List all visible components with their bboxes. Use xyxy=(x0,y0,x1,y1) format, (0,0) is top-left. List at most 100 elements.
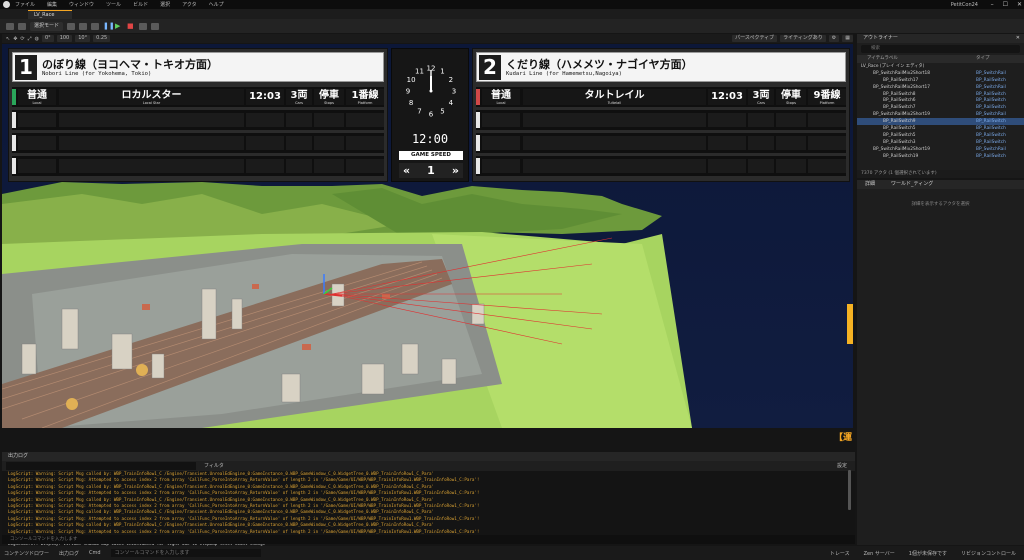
trace-button[interactable]: トレース xyxy=(830,550,850,557)
mode-select-button[interactable]: 選択モード xyxy=(30,21,64,31)
outliner-row[interactable]: BP_SwitchRailMix2Short18 BP_SwitchRail xyxy=(857,70,1024,77)
outliner-row[interactable]: BP_SwitchRailMix2Short19 BP_SwitchRail xyxy=(857,146,1024,153)
outliner-row-type: BP_RailSwitch xyxy=(976,139,1006,145)
details-panel: 詳細 ワールド_ティング 詳細を表示するアクタを選択 xyxy=(857,180,1024,545)
outliner-row[interactable]: BP_SwitchRailMix2Short17 BP_SwitchRail xyxy=(857,84,1024,91)
scale-tool-icon[interactable]: ⤢ xyxy=(28,36,32,42)
level-viewport[interactable]: 1 のぼり線（ヨコヘマ・トキオ方面） Nobori Line (for Yoko… xyxy=(2,44,853,428)
menu-select[interactable]: 選択 xyxy=(160,1,170,8)
outliner-row[interactable]: BP_RailSwitch9 BP_RailSwitch xyxy=(857,118,1024,126)
tab-world-settings[interactable]: ワールド_ティング xyxy=(883,180,941,189)
menu-tools[interactable]: ツール xyxy=(106,1,121,8)
outliner-row[interactable]: BP_RailSwitch19 BP_RailSwitch xyxy=(857,153,1024,160)
log-search-input[interactable] xyxy=(6,462,196,470)
revision-control-button[interactable]: リビジョンコントロール xyxy=(961,550,1016,557)
tab-details[interactable]: 詳細 xyxy=(857,180,883,189)
log-scrollbar[interactable] xyxy=(848,470,851,510)
outliner-row[interactable]: LV_Race (プレイ イン エディタ) xyxy=(857,63,1024,70)
platform-en: Platform xyxy=(357,101,373,105)
content-icon[interactable] xyxy=(18,22,26,30)
outliner-row[interactable]: BP_RailSwitch6 BP_RailSwitch xyxy=(857,97,1024,104)
minimize-icon[interactable]: – xyxy=(991,1,994,8)
speed-down-button[interactable]: « xyxy=(403,164,410,177)
outliner-row[interactable]: BP_SwitchRailMix2Short19 BP_SwitchRail xyxy=(857,111,1024,118)
blueprint-icon[interactable] xyxy=(79,22,88,30)
outliner-row-name: BP_RailSwitch7 xyxy=(883,105,916,111)
empty-train-row xyxy=(12,156,384,176)
layout-button[interactable]: ▦ xyxy=(842,35,853,42)
outliner-row[interactable]: BP_RailSwitch5 BP_RailSwitch xyxy=(857,125,1024,132)
unsaved-button[interactable]: 1個が未保存です xyxy=(909,550,947,557)
menu-file[interactable]: ファイル xyxy=(15,1,35,8)
outliner-row[interactable]: BP_RailSwitch8 BP_RailSwitch xyxy=(857,91,1024,98)
line-title: のぼり線（ヨコヘマ・トキオ方面） xyxy=(42,58,218,71)
col-type[interactable]: タイプ xyxy=(976,55,1024,63)
console-input[interactable]: コンソールコマンドを入力します xyxy=(2,535,855,544)
close-icon[interactable]: ✕ xyxy=(1017,1,1022,8)
close-icon[interactable]: ✕ xyxy=(1016,34,1020,43)
lit-button[interactable]: ライティングあり xyxy=(780,35,826,42)
status-console-input[interactable]: コンソールコマンドを入力します xyxy=(110,549,261,557)
stops-jp: 停車 xyxy=(781,90,801,101)
perspective-button[interactable]: パースペクティブ xyxy=(732,35,778,42)
col-label[interactable]: アイテムラベル xyxy=(867,55,898,63)
save-icon[interactable] xyxy=(6,22,14,30)
outliner-row-type: BP_SwitchRail xyxy=(976,70,1006,76)
outliner-column-header: アイテムラベル タイプ xyxy=(857,55,1024,63)
cinematics-icon[interactable] xyxy=(91,22,100,30)
scale-snap[interactable]: 0.25 xyxy=(93,35,111,42)
output-log-button[interactable]: 出力ログ xyxy=(59,550,79,557)
menu-actor[interactable]: アクタ xyxy=(182,1,197,8)
world-icon[interactable]: ◍ xyxy=(35,36,39,42)
add-actor-icon[interactable] xyxy=(67,22,76,30)
pause-icon[interactable]: ❚❚ xyxy=(103,22,115,30)
menu-window[interactable]: ウィンドウ xyxy=(69,1,94,8)
digital-time: 12:00 xyxy=(411,132,449,146)
outliner-row[interactable]: BP_RailSwitch7 BP_RailSwitch xyxy=(857,104,1024,111)
outliner-row-name: BP_SwitchRailMix2Short17 xyxy=(873,84,930,90)
output-log-title[interactable]: 出力ログ xyxy=(2,452,855,461)
platforms-icon[interactable] xyxy=(151,22,160,30)
outliner-row-type: BP_RailSwitch xyxy=(976,132,1006,138)
play-icon[interactable]: ▶ xyxy=(115,22,123,30)
clock-numeral: 8 xyxy=(409,99,413,107)
zen-server-button[interactable]: Zen サーバー xyxy=(864,550,895,557)
departure-time: 12:03 xyxy=(708,89,746,105)
empty-train-row xyxy=(12,133,384,153)
outliner-row[interactable]: BP_RailSwitch5 BP_RailSwitch xyxy=(857,132,1024,139)
menu-edit[interactable]: 編集 xyxy=(47,1,57,8)
log-filter-button[interactable]: フィルタ xyxy=(204,461,224,471)
menu-build[interactable]: ビルド xyxy=(133,1,148,8)
train-type-en: Local xyxy=(32,101,42,105)
clock-numeral: 9 xyxy=(406,88,410,96)
speed-up-button[interactable]: » xyxy=(452,164,459,177)
content-drawer-button[interactable]: コンテンツドロワー xyxy=(4,550,49,557)
outliner-row-name: BP_RailSwitch8 xyxy=(883,91,916,97)
eject-icon[interactable] xyxy=(139,22,148,30)
output-log-panel: 出力ログ フィルタ 設定 LogScript: Warning: Script … xyxy=(2,452,855,546)
outliner-row-type: BP_SwitchRail xyxy=(976,146,1006,152)
tab-level[interactable]: LV_Race xyxy=(28,10,72,19)
angle-snap[interactable]: 10° xyxy=(75,35,91,42)
grid-snap[interactable]: 100 xyxy=(56,35,73,42)
menu-help[interactable]: ヘルプ xyxy=(209,1,224,8)
outliner-row-name: BP_RailSwitch5 xyxy=(883,126,916,132)
select-tool-icon[interactable]: ↖ xyxy=(6,36,10,42)
outliner-row[interactable]: BP_RailSwitch3 BP_RailSwitch xyxy=(857,139,1024,146)
outliner-row-name: BP_SwitchRailMix2Short19 xyxy=(873,112,930,118)
train-type-en: Local xyxy=(496,101,506,105)
outliner-search-input[interactable]: 検索 xyxy=(861,45,1020,53)
cmd-button[interactable]: Cmd xyxy=(89,550,101,556)
empty-train-row xyxy=(476,133,846,153)
rotate-tool-icon[interactable]: ⟳ xyxy=(20,36,24,42)
move-tool-icon[interactable]: ✥ xyxy=(13,36,17,42)
stop-icon[interactable]: ■ xyxy=(127,22,135,30)
viewport-toolbar: ↖ ✥ ⟳ ⤢ ◍ 0° 100 10° 0.25 パースペクティブ ライティン… xyxy=(2,34,853,43)
maximize-icon[interactable]: ☐ xyxy=(1003,1,1008,8)
outliner-row[interactable]: BP_RailSwitch17 BP_RailSwitch xyxy=(857,77,1024,84)
game-speed-value: 1 xyxy=(427,164,435,177)
rotation-snap[interactable]: 0° xyxy=(42,35,54,42)
outliner-header: アウトライナー ✕ xyxy=(857,34,1024,43)
show-button[interactable]: ⚙ xyxy=(828,35,840,42)
log-settings-button[interactable]: 設定 xyxy=(837,461,847,471)
